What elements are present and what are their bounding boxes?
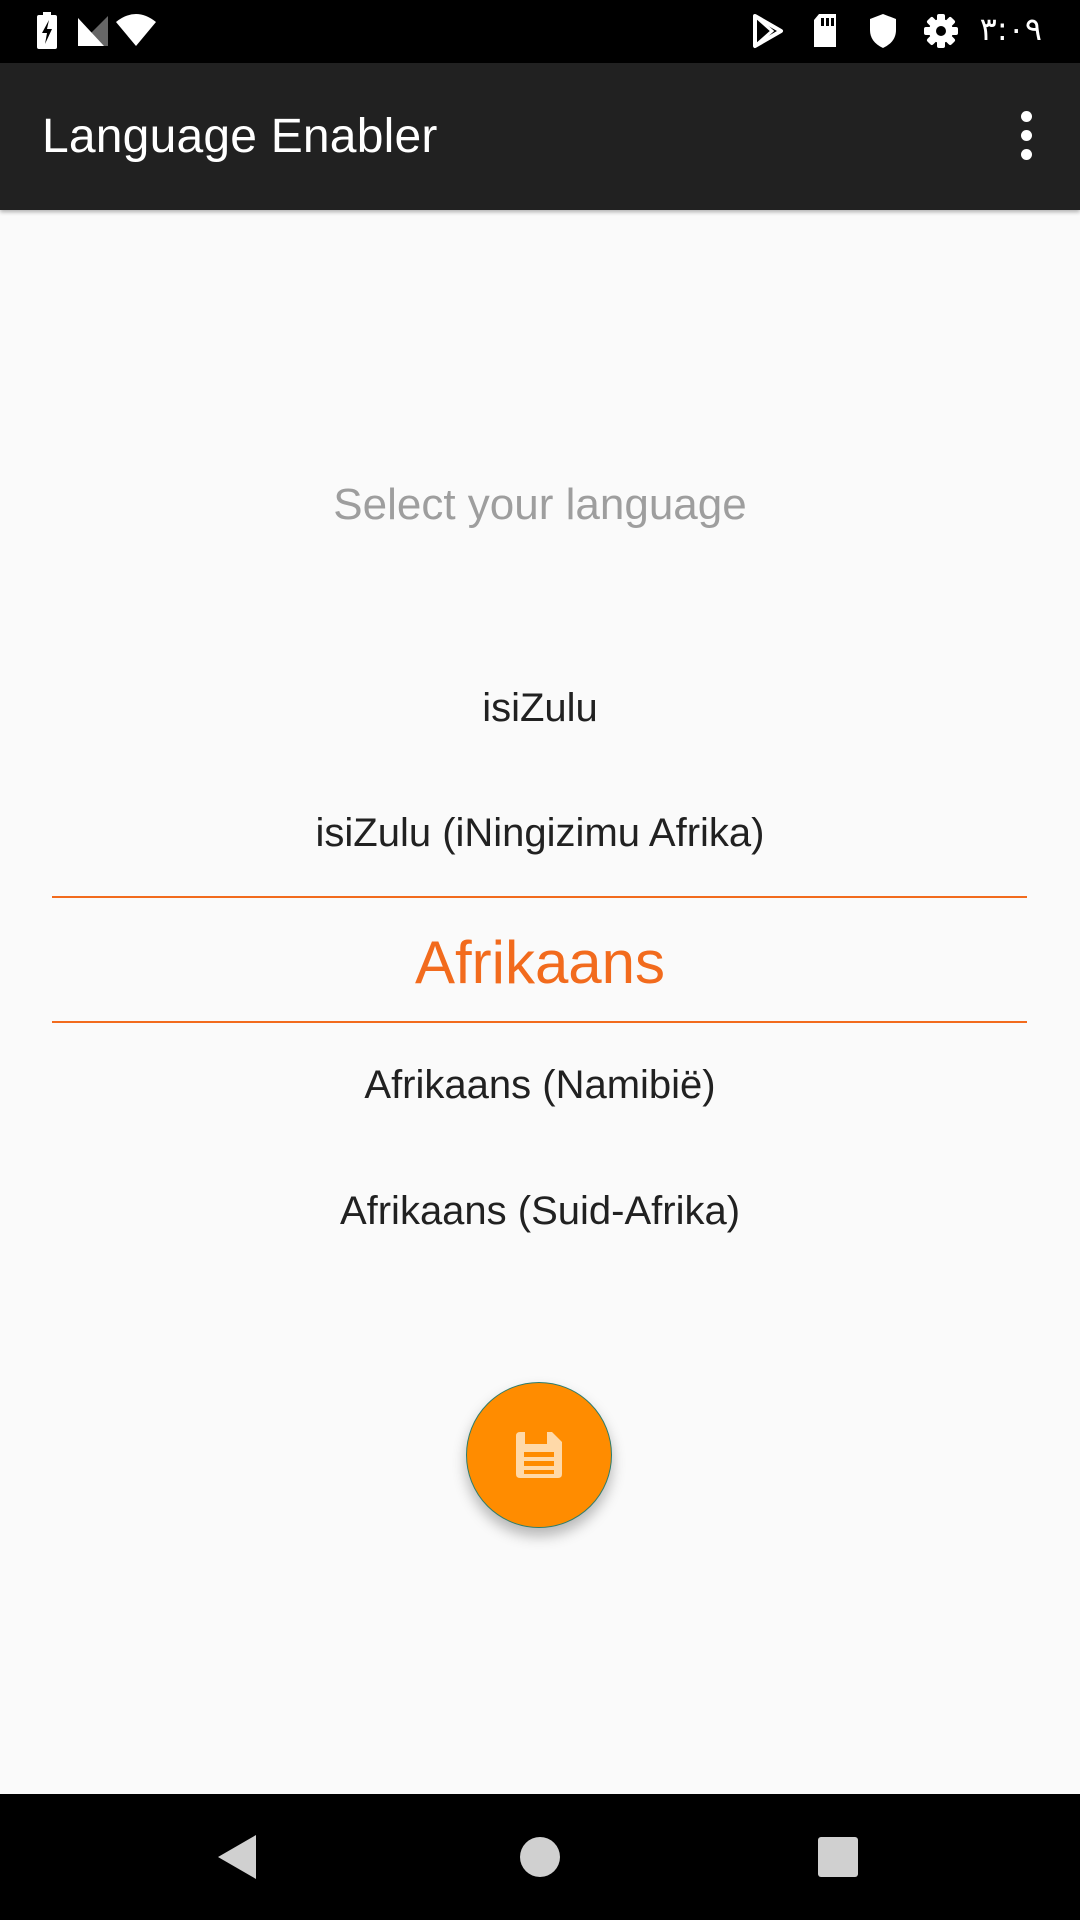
play-store-icon <box>753 14 783 48</box>
language-picker[interactable]: isiZulu isiZulu (iNingizimu Afrika) Afri… <box>0 658 1080 1418</box>
select-language-prompt: Select your language <box>333 480 747 529</box>
save-button[interactable] <box>466 1382 612 1528</box>
picker-item[interactable]: isiZulu <box>0 686 1080 731</box>
navigation-bar <box>0 1794 1080 1920</box>
status-bar: ٣:٠٩ <box>0 0 1080 63</box>
picker-item[interactable]: Afrikaans (Namibië) <box>0 1063 1080 1108</box>
shield-icon <box>870 14 896 48</box>
picker-item[interactable]: isiZulu (iNingizimu Afrika) <box>0 811 1080 856</box>
picker-item-selected[interactable]: Afrikaans <box>0 928 1080 997</box>
status-time: ٣:٠٩ <box>979 10 1042 48</box>
more-vert-icon[interactable] <box>994 103 1058 167</box>
wifi-icon <box>116 14 156 46</box>
save-floppy-icon <box>516 1432 562 1478</box>
battery-charging-icon <box>37 12 57 49</box>
app-bar: Language Enabler <box>0 63 1080 210</box>
signal-icon <box>78 16 108 46</box>
home-icon[interactable] <box>512 1829 568 1885</box>
sd-card-icon <box>814 14 836 47</box>
recents-icon[interactable] <box>810 1829 866 1885</box>
picker-divider-top <box>52 896 1027 898</box>
picker-item[interactable]: Afrikaans (Suid-Afrika) <box>0 1189 1080 1234</box>
picker-divider-bottom <box>52 1021 1027 1023</box>
app-title: Language Enabler <box>42 110 438 163</box>
settings-gear-icon <box>924 14 958 48</box>
back-icon[interactable] <box>210 1829 266 1885</box>
